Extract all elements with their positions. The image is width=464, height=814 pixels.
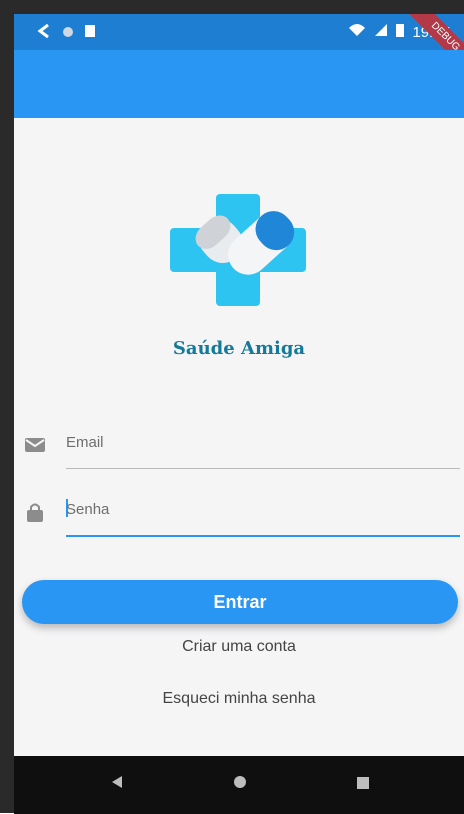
notification-arrow-icon [36, 23, 52, 44]
status-bar: 19:57 DEBUG [14, 14, 464, 83]
nav-recent-icon[interactable] [356, 774, 370, 795]
password-underline [66, 535, 460, 537]
signal-icon [374, 23, 388, 41]
status-dot-icon [62, 25, 74, 43]
email-icon [24, 434, 46, 456]
email-placeholder: Email [66, 434, 104, 451]
pill-cross-icon [170, 194, 306, 306]
nav-home-icon[interactable] [232, 774, 248, 795]
app-bar [14, 50, 464, 118]
email-underline [66, 468, 460, 469]
screen: 19:57 DEBUG Saúde Amiga [14, 14, 464, 814]
password-placeholder: Senha [66, 501, 110, 518]
login-button[interactable]: Entrar [22, 580, 458, 624]
email-field[interactable]: Email [14, 412, 464, 472]
sd-card-icon [84, 24, 96, 43]
android-nav-bar [14, 756, 464, 814]
wifi-icon [348, 23, 366, 41]
phone-frame: 19:57 DEBUG Saúde Amiga [0, 0, 464, 814]
battery-icon [396, 23, 405, 41]
app-logo [168, 180, 308, 320]
forgot-password-link[interactable]: Esqueci minha senha [14, 690, 464, 708]
brand-text: Saúde Amiga [172, 338, 306, 359]
nav-back-icon[interactable] [110, 774, 124, 795]
status-left [36, 23, 96, 44]
password-field[interactable]: Senha [14, 479, 464, 539]
create-account-link[interactable]: Criar uma conta [14, 638, 464, 656]
lock-icon [24, 501, 46, 523]
